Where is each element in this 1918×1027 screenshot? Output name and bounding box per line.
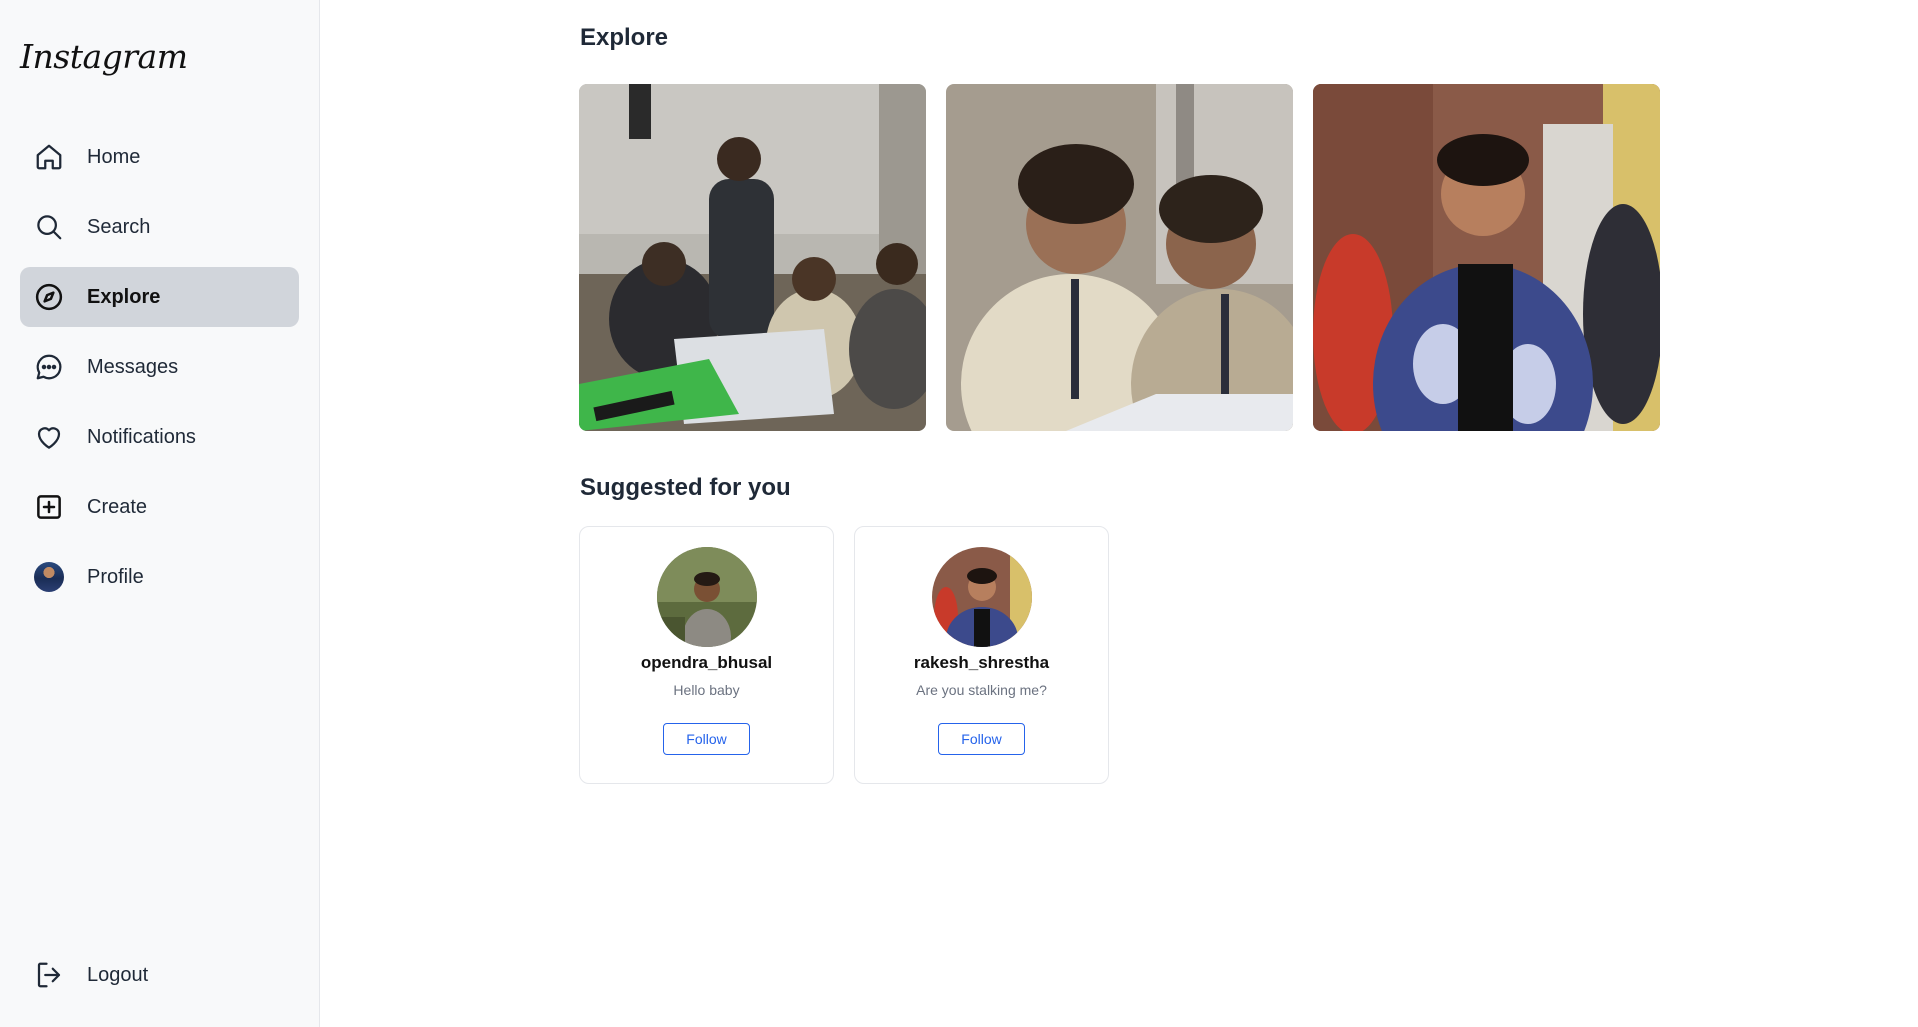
suggested-bio: Hello baby — [673, 682, 740, 698]
explore-title: Explore — [580, 24, 669, 51]
sidebar-item-notifications[interactable]: Notifications — [20, 407, 299, 467]
avatar — [34, 562, 64, 592]
message-circle-icon — [34, 352, 64, 382]
sidebar-item-label: Home — [87, 145, 141, 168]
two-people-at-laptop-photo — [946, 84, 1293, 431]
sidebar: Instagram Home Search Explore Messages N… — [0, 0, 320, 1027]
suggested-list: opendra_bhusal Hello baby Follow rakesh_… — [579, 526, 1109, 784]
sidebar-item-label: Profile — [87, 565, 144, 588]
group-at-laptop-photo — [579, 84, 926, 431]
sidebar-item-messages[interactable]: Messages — [20, 337, 299, 397]
avatar[interactable] — [656, 547, 757, 647]
explore-post-2[interactable] — [946, 84, 1293, 431]
suggested-bio: Are you stalking me? — [916, 682, 1047, 698]
follow-button[interactable]: Follow — [663, 723, 750, 755]
sidebar-item-label: Create — [87, 495, 148, 518]
explore-post-3[interactable] — [1313, 84, 1660, 431]
sidebar-item-search[interactable]: Search — [20, 197, 299, 257]
suggested-user-card: rakesh_shrestha Are you stalking me? Fol… — [854, 526, 1109, 784]
sidebar-item-label: Messages — [87, 355, 179, 378]
explore-grid — [579, 84, 1660, 431]
avatar[interactable] — [931, 547, 1032, 647]
instagram-logo[interactable]: Instagram — [20, 20, 299, 92]
sidebar-item-create[interactable]: Create — [20, 477, 299, 537]
sidebar-nav: Home Search Explore Messages Notificatio… — [20, 127, 299, 607]
sidebar-item-label: Notifications — [87, 425, 196, 448]
search-icon — [34, 212, 64, 242]
plus-square-icon — [34, 492, 64, 522]
sidebar-item-profile[interactable]: Profile — [20, 547, 299, 607]
app-root: Instagram Home Search Explore Messages N… — [0, 0, 1918, 1027]
heart-icon — [34, 422, 64, 452]
sidebar-item-explore[interactable]: Explore — [20, 267, 299, 327]
home-icon — [34, 142, 64, 172]
sidebar-item-home[interactable]: Home — [20, 127, 299, 187]
follow-button[interactable]: Follow — [938, 723, 1025, 755]
suggested-user-card: opendra_bhusal Hello baby Follow — [579, 526, 834, 784]
sidebar-item-label: Search — [87, 215, 151, 238]
logout-label: Logout — [87, 963, 149, 986]
sidebar-item-label: Explore — [87, 285, 161, 308]
main-content: Explore Suggested for you opendra_bhusal… — [320, 0, 1918, 1027]
compass-icon — [34, 282, 64, 312]
explore-post-1[interactable] — [579, 84, 926, 431]
man-in-jacket-photo — [1313, 84, 1660, 431]
logout-button[interactable]: Logout — [20, 945, 300, 1005]
suggested-title: Suggested for you — [580, 474, 791, 501]
suggested-username[interactable]: rakesh_shrestha — [914, 653, 1049, 673]
logout-icon — [34, 960, 64, 990]
suggested-username[interactable]: opendra_bhusal — [641, 653, 772, 673]
